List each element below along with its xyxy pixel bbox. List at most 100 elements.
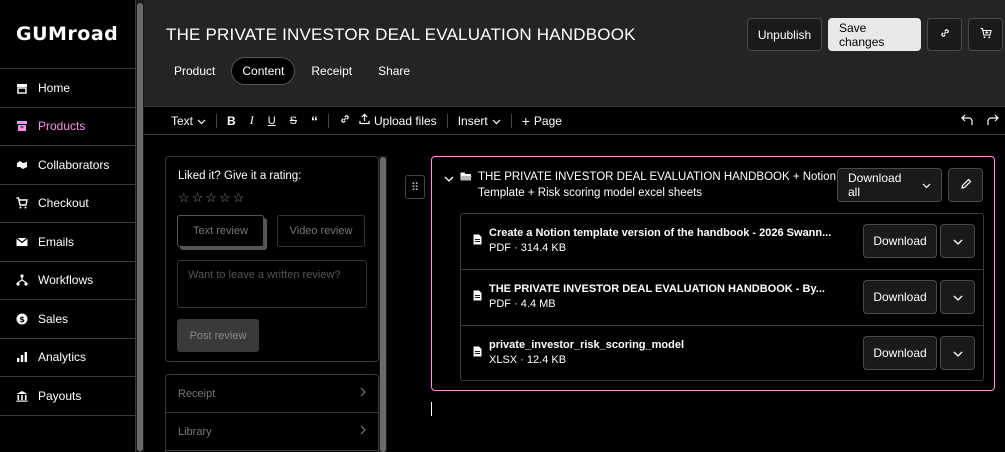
editor-toolbar: Text B I U S “ Upload files Insert + Pag… — [144, 107, 1005, 135]
text-cursor — [431, 402, 432, 416]
sidebar-item-label: Checkout — [38, 196, 89, 211]
file-name[interactable]: private_investor_risk_scoring_model — [489, 339, 834, 351]
download-button[interactable]: Download — [863, 224, 937, 258]
italic-button[interactable]: I — [250, 113, 254, 128]
tab-content[interactable]: Content — [231, 57, 296, 85]
rating-label: Liked it? Give it a rating: — [178, 170, 302, 182]
text-style-dropdown[interactable]: Text — [171, 114, 206, 128]
chevron-down-icon[interactable] — [444, 172, 454, 186]
library-link-label: Library — [178, 425, 212, 438]
link-icon — [339, 113, 351, 128]
chevron-right-icon — [360, 425, 366, 438]
copy-link-button[interactable] — [927, 18, 962, 51]
upload-files-button[interactable]: Upload files — [359, 113, 437, 128]
product-header: THE PRIVATE INVESTOR DEAL EVALUATION HAN… — [144, 0, 1005, 107]
sidebar-item-label: Sales — [38, 311, 69, 326]
store-icon — [16, 82, 28, 94]
italic-icon: I — [249, 113, 254, 127]
undo-icon[interactable] — [961, 113, 974, 129]
bold-button[interactable]: B — [227, 114, 236, 128]
file-row: THE PRIVATE INVESTOR DEAL EVALUATION HAN… — [461, 270, 983, 326]
preview-scrollbar-thumb[interactable] — [380, 157, 386, 452]
file-list: Create a Notion template version of the … — [460, 213, 984, 381]
sidebar-item-products[interactable]: Products — [0, 108, 135, 146]
post-review-button[interactable]: Post review — [177, 319, 259, 352]
sidebar: GUMroad Home Products Collaborators Chec… — [0, 0, 136, 452]
star-outline-icon[interactable]: ☆ — [233, 190, 245, 206]
sidebar-item-workflows[interactable]: Workflows — [0, 262, 135, 300]
unpublish-button[interactable]: Unpublish — [747, 18, 822, 51]
chevron-down-icon — [953, 290, 963, 304]
add-page-label: Page — [533, 113, 562, 128]
tab-product[interactable]: Product — [164, 57, 225, 85]
sidebar-item-label: Emails — [38, 234, 75, 249]
sidebar-item-home[interactable]: Home — [0, 69, 135, 108]
review-textarea[interactable]: Want to leave a written review? — [177, 260, 367, 308]
strikethrough-button[interactable]: S — [290, 115, 297, 127]
folder-title[interactable]: THE PRIVATE INVESTOR DEAL EVALUATION HAN… — [478, 169, 838, 201]
add-page-button[interactable]: + Page — [522, 113, 562, 129]
redo-icon[interactable] — [986, 113, 999, 129]
sidebar-item-collaborators[interactable]: Collaborators — [0, 146, 135, 185]
cart-plus-icon — [980, 27, 992, 42]
sidebar-item-analytics[interactable]: Analytics — [0, 339, 135, 377]
chevron-down-icon — [922, 178, 931, 192]
underline-icon: U — [267, 114, 276, 127]
text-review-tab[interactable]: Text review — [177, 215, 264, 247]
file-row: private_investor_risk_scoring_model XLSX… — [461, 326, 983, 380]
folder-header[interactable]: THE PRIVATE INVESTOR DEAL EVALUATION HAN… — [444, 169, 838, 201]
file-row: Create a Notion template version of the … — [461, 214, 983, 270]
sidebar-item-payouts[interactable]: Payouts — [0, 377, 135, 416]
toolbar-divider — [327, 113, 329, 128]
rating-stars[interactable]: ☆ ☆ ☆ ☆ ☆ — [178, 190, 244, 206]
drag-handle-icon[interactable]: ⠿ — [405, 175, 425, 199]
star-outline-icon[interactable]: ☆ — [205, 190, 217, 206]
sidebar-scrollbar-thumb[interactable] — [137, 3, 143, 451]
archive-icon — [16, 120, 28, 132]
sidebar-item-sales[interactable]: $ Sales — [0, 300, 135, 339]
upload-icon — [359, 113, 370, 128]
tab-share[interactable]: Share — [368, 57, 420, 85]
star-outline-icon[interactable]: ☆ — [192, 190, 204, 206]
toolbar-divider — [216, 113, 218, 128]
file-options-button[interactable] — [940, 280, 975, 314]
sidebar-item-label: Analytics — [38, 350, 87, 365]
download-all-button[interactable]: Download all — [837, 168, 942, 202]
file-name[interactable]: THE PRIVATE INVESTOR DEAL EVALUATION HAN… — [489, 283, 834, 295]
chevron-right-icon — [360, 387, 366, 400]
download-button[interactable]: Download — [863, 336, 937, 370]
tab-receipt[interactable]: Receipt — [301, 57, 362, 85]
sidebar-item-checkout[interactable]: Checkout — [0, 185, 135, 223]
strikethrough-icon: S — [289, 114, 297, 127]
star-outline-icon[interactable]: ☆ — [178, 190, 190, 206]
file-name[interactable]: Create a Notion template version of the … — [489, 227, 834, 239]
edit-folder-button[interactable] — [948, 168, 983, 202]
insert-dropdown[interactable]: Insert — [458, 114, 501, 128]
view-checkout-button[interactable] — [968, 18, 1003, 51]
gumroad-logo[interactable]: GUMroad — [0, 0, 135, 69]
sidebar-item-label: Products — [38, 119, 86, 134]
insert-label: Insert — [457, 113, 488, 128]
file-meta: PDF · 4.4 MB — [489, 298, 556, 310]
download-button[interactable]: Download — [863, 280, 937, 314]
chevron-down-icon — [953, 346, 963, 360]
sidebar-item-emails[interactable]: Emails — [0, 223, 135, 262]
file-options-button[interactable] — [940, 224, 975, 258]
file-meta: XLSX · 12.4 KB — [489, 354, 567, 366]
download-all-label: Download all — [848, 171, 902, 199]
sidebar-item-label: Workflows — [38, 273, 94, 288]
product-tabs: Product Content Receipt Share — [164, 57, 420, 85]
file-options-button[interactable] — [940, 336, 975, 370]
bold-icon: B — [227, 113, 236, 128]
folder-open-icon — [460, 171, 472, 185]
video-review-tab[interactable]: Video review — [277, 215, 365, 247]
library-link[interactable]: Library — [166, 413, 378, 451]
underline-button[interactable]: U — [268, 115, 276, 127]
star-outline-icon[interactable]: ☆ — [219, 190, 231, 206]
quote-button[interactable]: “ — [311, 113, 318, 129]
save-changes-button[interactable]: Save changes — [828, 18, 921, 51]
link-icon — [939, 27, 951, 42]
receipt-link[interactable]: Receipt — [166, 375, 378, 413]
document-icon — [473, 234, 482, 248]
insert-link-button[interactable] — [339, 113, 351, 128]
